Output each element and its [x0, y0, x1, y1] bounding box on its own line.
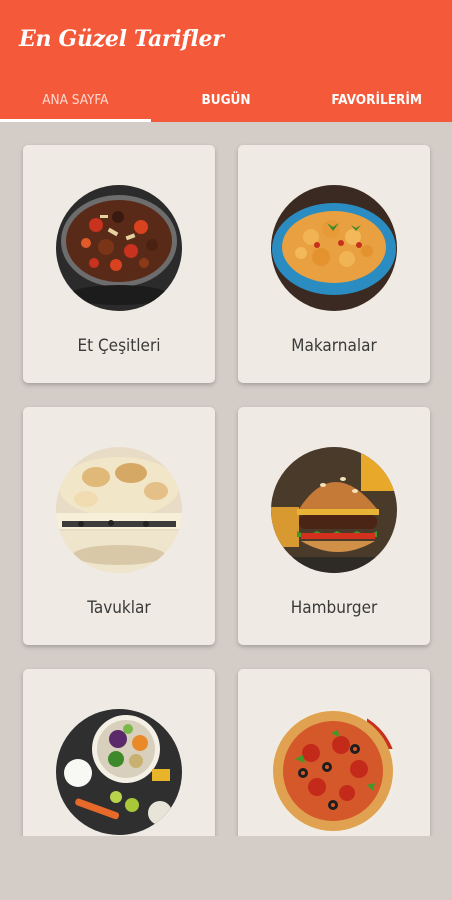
tab-bugun[interactable]: BUGÜN: [151, 78, 302, 122]
salad-bowl-image: [56, 709, 182, 835]
category-label: Hamburger: [290, 598, 378, 618]
meat-stew-image: [56, 185, 182, 311]
tab-ana-sayfa[interactable]: ANA SAYFA: [0, 78, 151, 122]
bottom-area: [0, 836, 452, 900]
category-card-pizza[interactable]: [238, 669, 430, 836]
hamburger-image: [271, 447, 397, 573]
category-label: Et Çeşitleri: [77, 336, 161, 356]
app-title: En Güzel Tarifler: [19, 26, 224, 52]
category-card-makarnalar[interactable]: Makarnalar: [238, 145, 430, 383]
chicken-gratin-image: [56, 447, 182, 573]
tab-favorilerim[interactable]: FAVORİLERİM: [301, 78, 452, 122]
category-label: Tavuklar: [87, 598, 151, 618]
category-card-salad[interactable]: [23, 669, 215, 836]
pizza-image: [271, 709, 397, 835]
category-card-hamburger[interactable]: Hamburger: [238, 407, 430, 645]
category-card-tavuklar[interactable]: Tavuklar: [23, 407, 215, 645]
tab-bar: ANA SAYFA BUGÜN FAVORİLERİM: [0, 78, 452, 122]
category-grid: Et Çeşitleri Makarnalar Tavuklar Hamburg…: [0, 122, 452, 836]
app-bar: En Güzel Tarifler ANA SAYFA BUGÜN FAVORİ…: [0, 0, 452, 122]
category-card-et-cesitleri[interactable]: Et Çeşitleri: [23, 145, 215, 383]
category-label: Makarnalar: [291, 336, 377, 356]
pasta-image: [271, 185, 397, 311]
